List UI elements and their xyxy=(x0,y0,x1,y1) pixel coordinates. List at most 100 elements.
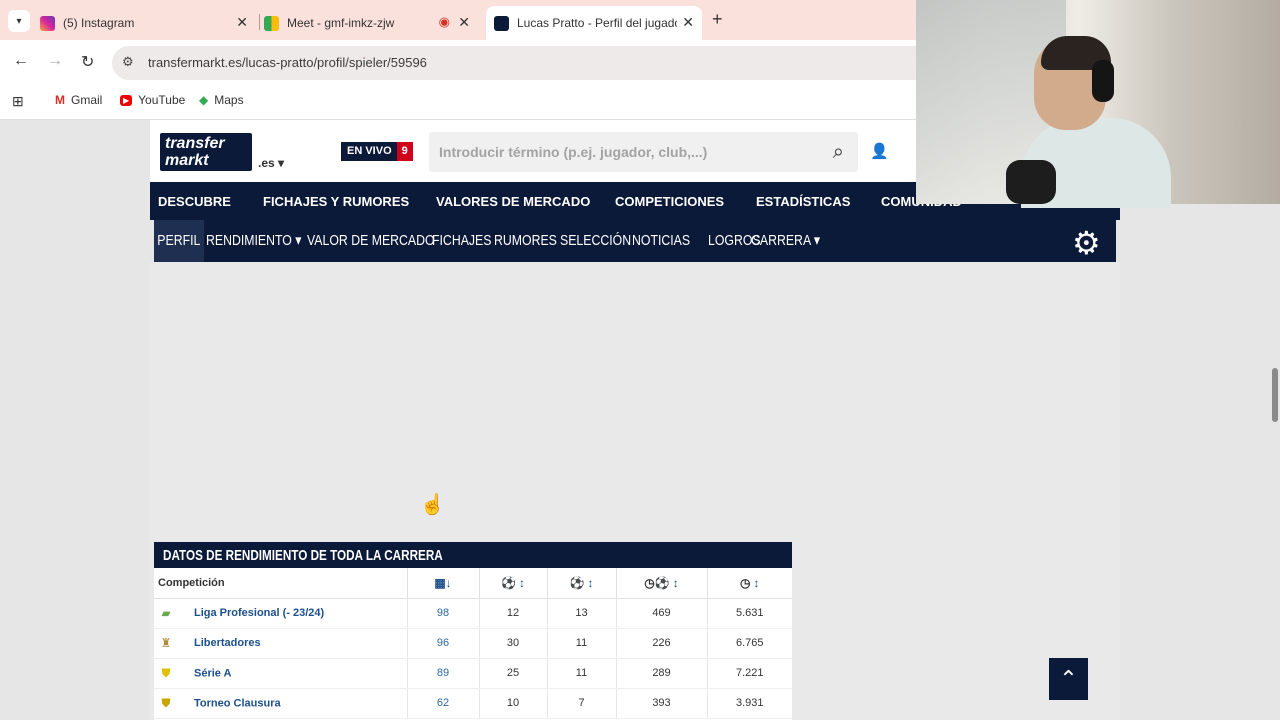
competition-cell: ⛊ Torneo Clausura xyxy=(154,688,407,719)
subnav-rumores[interactable]: RUMORES xyxy=(494,220,557,262)
microphone-icon xyxy=(1006,160,1056,204)
tab-bar: ▾ (5) Instagram ✕ Meet - gmf-imkz-zjw ◉ … xyxy=(0,0,916,40)
transfermarkt-logo[interactable]: transfer markt xyxy=(160,133,252,171)
career-performance-title: DATOS DE RENDIMIENTO DE TODA LA CARRERA xyxy=(154,542,792,568)
chevron-down-icon: ▾ xyxy=(16,15,22,27)
tab-transfermarkt[interactable]: Lucas Pratto - Perfil del jugador ✕ xyxy=(486,6,702,40)
competition-link[interactable]: Liga Profesional (- 23/24) xyxy=(194,607,324,619)
minutes-value: 7.221 xyxy=(706,658,792,689)
competition-cell: ♜ Libertadores xyxy=(154,628,407,659)
subnav-fichajes[interactable]: FICHAJES xyxy=(432,220,491,262)
reload-icon[interactable]: ↻ xyxy=(81,52,94,72)
transfermarkt-icon xyxy=(494,15,509,31)
scrollbar-thumb[interactable] xyxy=(1272,368,1278,422)
appearances-value[interactable]: 96 xyxy=(406,628,479,659)
nav-competiciones[interactable]: COMPETICIONES xyxy=(615,194,724,209)
bookmark-youtube[interactable]: ▶ YouTube xyxy=(120,93,185,107)
web-page: transfer markt .es ▾ EN VIVO 9 ⌕ 👤 DESCU… xyxy=(0,120,1280,720)
assists-value: 13 xyxy=(546,598,616,629)
domain-selector[interactable]: .es ▾ xyxy=(258,156,284,170)
instagram-icon xyxy=(40,15,55,31)
table-header-row: Competición ▦↓ ⚽ ↕ ⚽ ↕ ◷⚽ ↕ ◷ ↕ xyxy=(154,568,792,599)
sort-icon: ↕ xyxy=(519,575,525,590)
goals-value: 30 xyxy=(478,628,547,659)
url-text[interactable]: transfermarkt.es/lucas-pratto/profil/spi… xyxy=(148,55,427,70)
nav-fichajes-rumores[interactable]: FICHAJES Y RUMORES xyxy=(263,194,409,209)
sort-icon: ↕ xyxy=(587,575,594,590)
close-tab-icon[interactable]: ✕ xyxy=(236,14,248,31)
nav-estadisticas[interactable]: ESTADÍSTICAS xyxy=(756,194,850,209)
tab-meet[interactable]: Meet - gmf-imkz-zjw ◉ ✕ xyxy=(264,6,478,40)
recording-icon: ◉ xyxy=(438,14,450,29)
nav-valores-mercado[interactable]: VALORES DE MERCADO xyxy=(436,194,590,209)
close-tab-icon[interactable]: ✕ xyxy=(458,14,470,31)
headphones-icon xyxy=(1092,60,1114,102)
competition-link[interactable]: Série A xyxy=(194,667,232,679)
apps-icon[interactable]: ⊞ xyxy=(12,93,24,110)
maps-icon: ◆ xyxy=(199,93,209,107)
live-badge[interactable]: EN VIVO 9 xyxy=(341,142,413,161)
tab-instagram[interactable]: (5) Instagram ✕ xyxy=(40,6,256,40)
minutes-per-goal-value: 469 xyxy=(615,598,707,629)
column-goals[interactable]: ⚽ ↕ xyxy=(478,568,547,599)
search-input[interactable] xyxy=(429,132,809,172)
goals-value: 25 xyxy=(478,658,547,689)
subnav-carrera[interactable]: CARRERA ▾ xyxy=(751,220,820,262)
bookmark-label: YouTube xyxy=(138,93,186,107)
competition-link[interactable]: Torneo Clausura xyxy=(194,697,281,709)
clock-icon: ◷ xyxy=(739,575,751,590)
goals-value: 12 xyxy=(478,598,547,629)
tab-divider xyxy=(259,14,260,30)
column-assists[interactable]: ⚽ ↕ xyxy=(546,568,616,599)
minutes-value: 3.931 xyxy=(706,688,792,719)
competition-cell: ▰ Liga Profesional (- 23/24) xyxy=(154,598,407,629)
assists-value: 11 xyxy=(546,658,616,689)
bookmark-maps[interactable]: ◆ Maps xyxy=(199,93,244,107)
bookmark-gmail[interactable]: M Gmail xyxy=(55,93,102,107)
column-minutes[interactable]: ◷ ↕ xyxy=(706,568,792,599)
goal-ball-icon: ⚽ xyxy=(500,575,516,590)
competition-link[interactable]: Libertadores xyxy=(194,637,261,649)
logo-text: transfer xyxy=(165,135,225,152)
subnav-seleccion[interactable]: SELECCIÓN xyxy=(560,220,631,262)
shield-icon: ⛊ xyxy=(161,665,171,680)
bookmarks-bar: ⊞ M Gmail ▶ YouTube ◆ Maps xyxy=(0,86,916,120)
tab-search-button[interactable]: ▾ xyxy=(8,10,30,32)
search-box: ⌕ xyxy=(429,132,858,172)
browser-chrome: ▾ (5) Instagram ✕ Meet - gmf-imkz-zjw ◉ … xyxy=(0,0,916,120)
table-row: ▰ Liga Profesional (- 23/24) 98 12 13 469… xyxy=(154,598,792,629)
appearances-value[interactable]: 62 xyxy=(406,688,479,719)
appearances-value[interactable]: 89 xyxy=(406,658,479,689)
minutes-per-goal-value: 226 xyxy=(615,628,707,659)
table-row: ⛊ Série A 89 25 11 289 7.221 xyxy=(154,658,792,689)
page-scrollbar[interactable] xyxy=(1270,204,1280,720)
subnav-rendimiento[interactable]: RENDIMIENTO ▾ xyxy=(206,220,301,262)
back-to-top-button[interactable]: ⌃ xyxy=(1049,658,1088,700)
address-bar[interactable]: ⚙ transfermarkt.es/lucas-pratto/profil/s… xyxy=(112,46,916,80)
minutes-value: 6.765 xyxy=(706,628,792,659)
gmail-icon: M xyxy=(55,93,65,107)
site-info-icon[interactable]: ⚙ xyxy=(122,54,134,70)
subnav-noticias[interactable]: NOTICIAS xyxy=(632,220,690,262)
user-login-icon[interactable]: 👤 xyxy=(870,142,889,160)
new-tab-button[interactable]: + xyxy=(712,9,723,30)
column-appearances[interactable]: ▦↓ xyxy=(406,568,479,599)
youtube-icon: ▶ xyxy=(120,94,133,106)
table-row: ♜ Libertadores 96 30 11 226 6.765 xyxy=(154,628,792,659)
appearances-value[interactable]: 98 xyxy=(406,598,479,629)
bookmark-label: Maps xyxy=(214,93,244,107)
search-icon[interactable]: ⌕ xyxy=(833,141,844,164)
settings-gear-icon[interactable]: ⚙ xyxy=(1072,224,1101,262)
goals-value: 10 xyxy=(478,688,547,719)
subnav-valor-mercado[interactable]: VALOR DE MERCADO xyxy=(307,220,435,262)
subnav-perfil[interactable]: PERFIL xyxy=(154,220,204,262)
close-tab-icon[interactable]: ✕ xyxy=(682,14,694,31)
nav-descubre[interactable]: DESCUBRE xyxy=(158,194,231,209)
tab-title: Lucas Pratto - Perfil del jugador xyxy=(517,16,677,30)
column-minutes-per-goal[interactable]: ◷⚽ ↕ xyxy=(615,568,707,599)
forward-icon[interactable]: → xyxy=(47,52,63,70)
career-performance-box: DATOS DE RENDIMIENTO DE TODA LA CARRERA … xyxy=(154,542,792,720)
chevron-up-icon: ⌃ xyxy=(1059,666,1078,691)
back-icon[interactable]: ← xyxy=(13,52,29,70)
shield-icon: ⛊ xyxy=(161,695,171,710)
